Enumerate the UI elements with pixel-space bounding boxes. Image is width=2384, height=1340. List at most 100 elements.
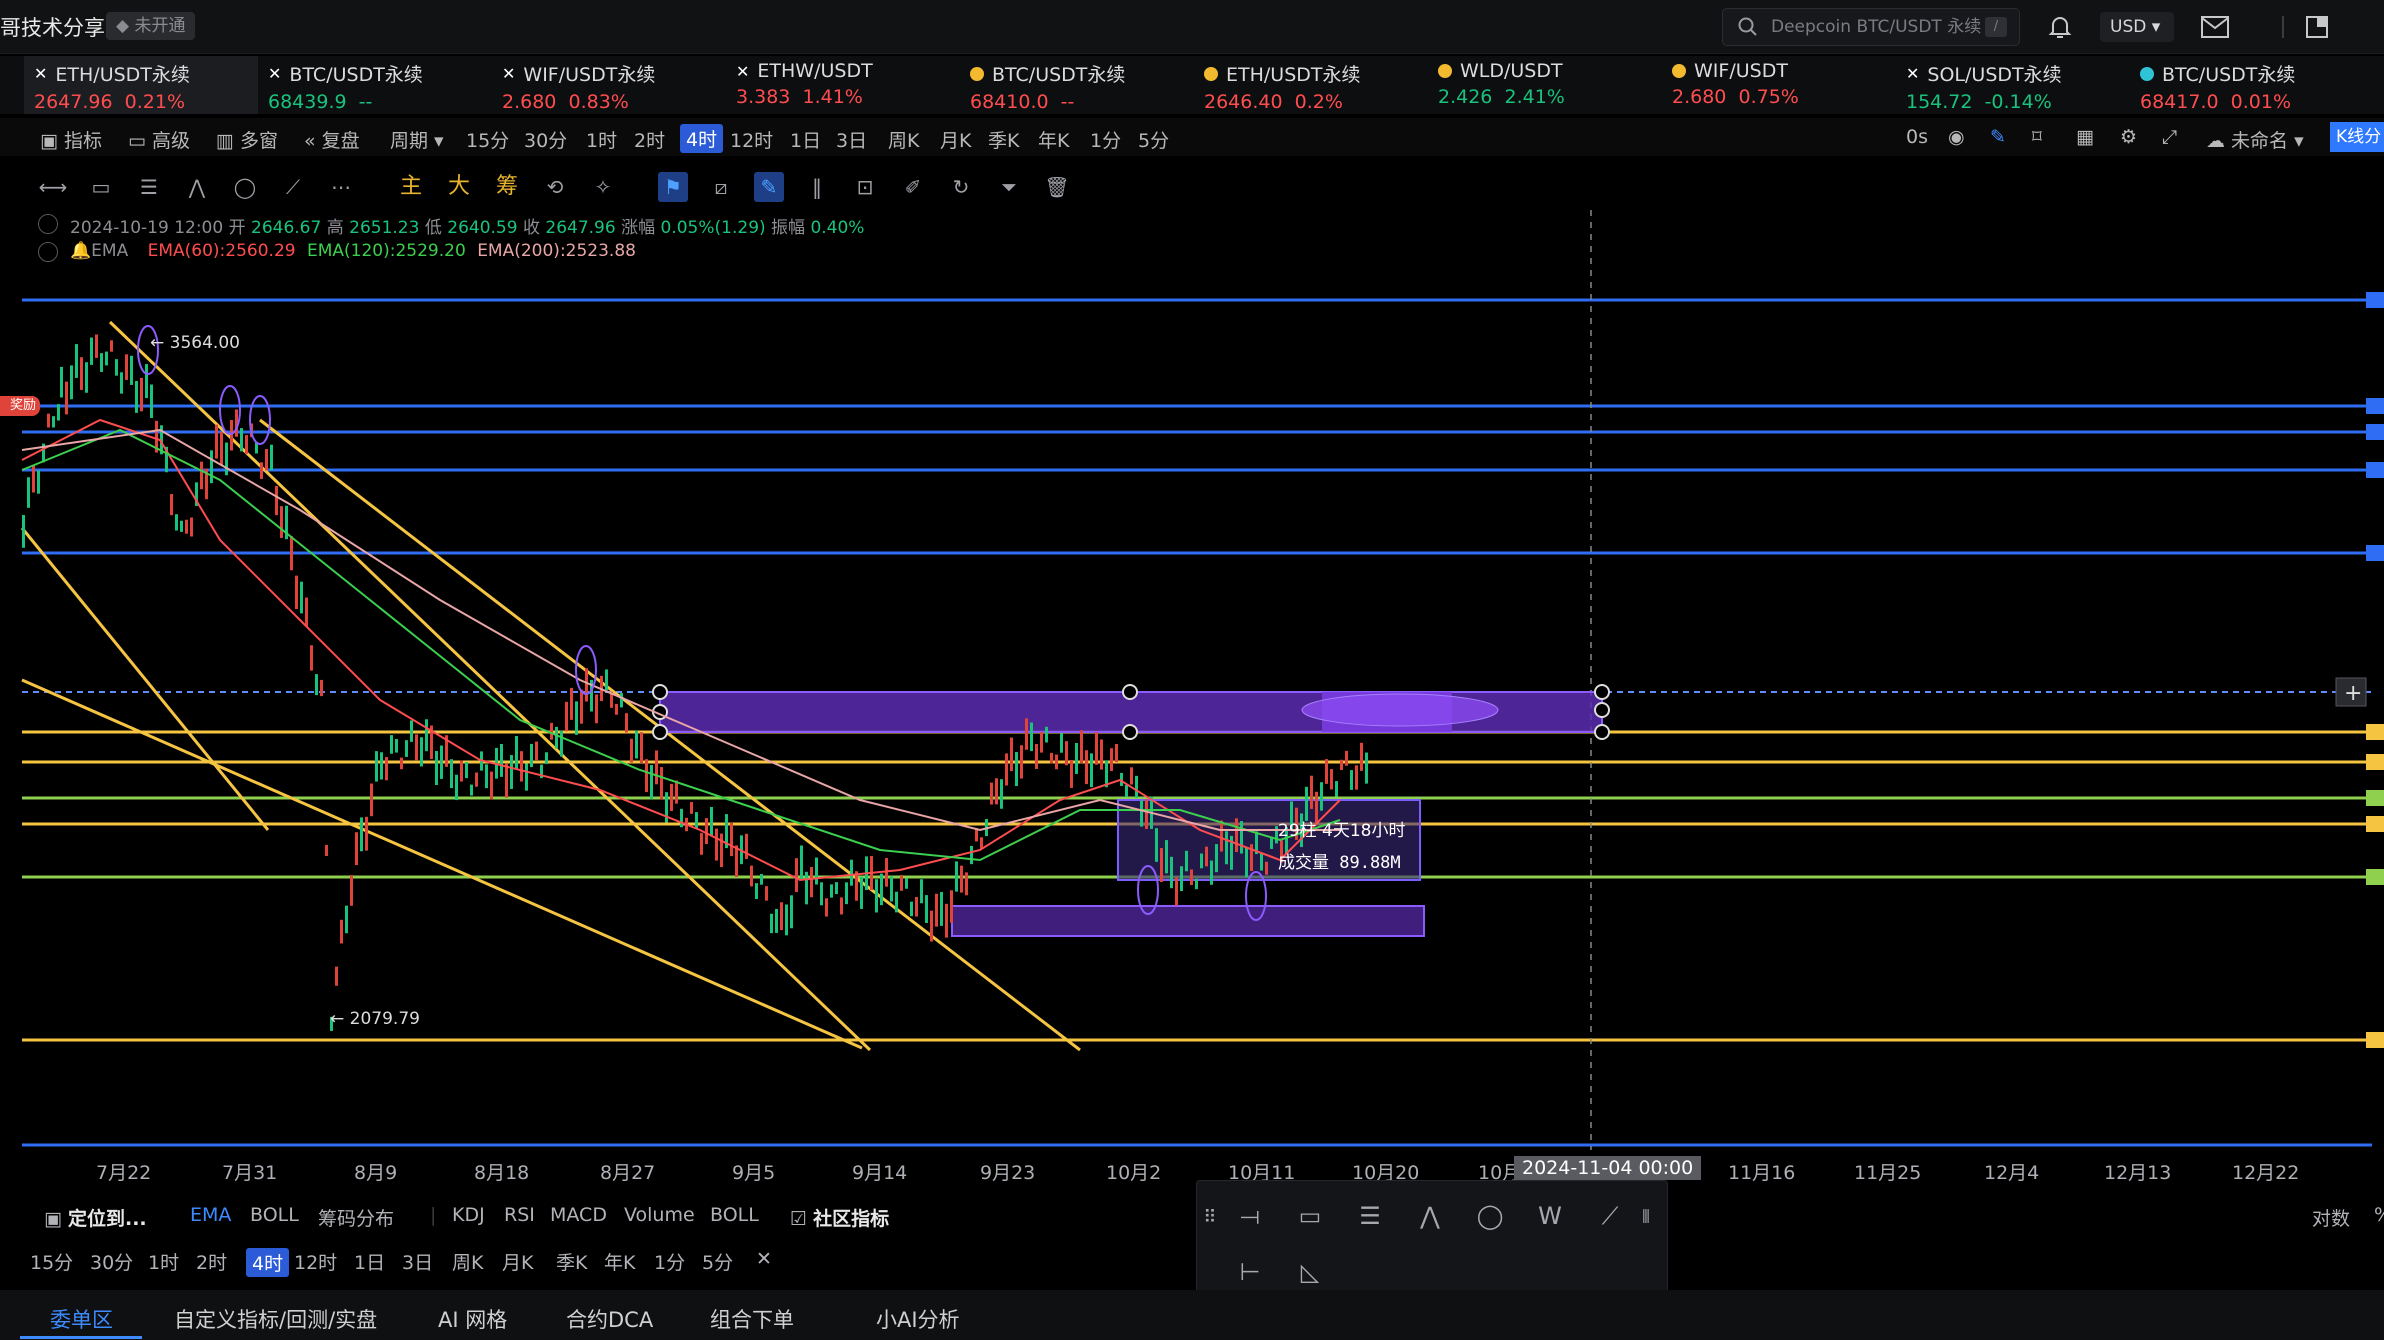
magic-icon[interactable]: ✧ <box>588 172 618 202</box>
macd-tab[interactable]: MACD <box>550 1204 607 1226</box>
horizontal-ray-icon[interactable]: ⟞ <box>1227 1193 1273 1239</box>
multi-window-button[interactable]: ▥ 多窗 <box>216 126 278 153</box>
lock-icon[interactable]: ⊡ <box>850 172 880 202</box>
volume-tab[interactable]: Volume <box>624 1204 695 1226</box>
interval-option[interactable]: 12时 <box>294 1248 337 1275</box>
settings-icon[interactable]: ⚙ <box>2120 126 2137 148</box>
interval-option[interactable]: 1分 <box>1090 126 1121 153</box>
search-input[interactable]: Deepcoin BTC/USDT 永续 / <box>1722 8 2020 46</box>
candles-icon[interactable]: ‖ <box>802 172 832 202</box>
interval-option[interactable]: 30分 <box>90 1248 133 1275</box>
interval-option[interactable]: 周K <box>452 1248 483 1275</box>
tab-combo-order[interactable]: 组合下单 <box>710 1304 794 1334</box>
tab-ai-analysis[interactable]: 小AI分析 <box>876 1304 960 1334</box>
interval-option[interactable]: 周K <box>888 126 919 153</box>
boll2-tab[interactable]: BOLL <box>710 1204 759 1226</box>
interval-option[interactable]: 季K <box>556 1248 587 1275</box>
ticker-tab[interactable]: WIF/USDT 2.680 0.75% <box>1662 56 1896 114</box>
mail-icon[interactable] <box>2200 14 2230 40</box>
ticker-tab[interactable]: WLD/USDT 2.426 2.41% <box>1428 56 1662 114</box>
drag-handle-icon[interactable]: ⠿ <box>1197 1195 1223 1241</box>
trend-line-icon[interactable]: ⟋ <box>1587 1193 1633 1239</box>
interval-option[interactable]: 月K <box>502 1248 533 1275</box>
interval-option[interactable]: 2时 <box>196 1248 227 1275</box>
log-scale-toggle[interactable]: 对数 <box>2312 1204 2350 1231</box>
resize-handle-icon[interactable]: ⦀ <box>1633 1195 1659 1241</box>
collapse-icon[interactable] <box>38 242 58 262</box>
fib-icon[interactable]: ☰ <box>134 172 164 202</box>
more-icon[interactable]: ⋯ <box>326 172 356 202</box>
interval-option[interactable]: 1时 <box>148 1248 179 1275</box>
subscription-badge[interactable]: ◆ 未开通 <box>106 12 196 40</box>
locate-button[interactable]: ▣ 定位到... <box>44 1204 147 1231</box>
rectangle-icon[interactable]: ▭ <box>1287 1193 1333 1239</box>
currency-select[interactable]: USD ▾ <box>2100 12 2174 42</box>
ema-tab[interactable]: EMA <box>190 1204 231 1226</box>
interval-option[interactable]: 1时 <box>586 126 617 153</box>
ruler-icon[interactable]: ⧄ <box>706 172 736 202</box>
main-chart-toggle[interactable]: 主 <box>396 172 426 202</box>
interval-option[interactable]: 15分 <box>466 126 509 153</box>
collapse-icon[interactable] <box>38 214 58 234</box>
interval-option[interactable]: 15分 <box>30 1248 73 1275</box>
interval-option[interactable]: 季K <box>988 126 1019 153</box>
wave-icon[interactable]: ⋀ <box>1407 1193 1453 1239</box>
percent-toggle[interactable]: % <box>2374 1204 2384 1226</box>
replace-icon[interactable]: ⟲ <box>540 172 570 202</box>
tab-ai-grid[interactable]: AI 网格 <box>438 1304 507 1334</box>
horizontal-line-icon[interactable]: ⟷ <box>38 172 68 202</box>
kline-button[interactable]: K线分 <box>2330 122 2384 152</box>
interval-option[interactable]: 2时 <box>634 126 665 153</box>
chips-toggle[interactable]: 筹 <box>492 172 522 202</box>
reward-tag[interactable]: 奖励 <box>0 396 40 416</box>
interval-option[interactable]: 5分 <box>702 1248 733 1275</box>
interval-option[interactable]: 1日 <box>354 1248 385 1275</box>
rsi-tab[interactable]: RSI <box>504 1204 535 1226</box>
price-chart[interactable]: ← 3564.00 ← 2079.79 29柱 4天18小时成交量 89.88M + <box>0 210 2384 1150</box>
tab-orders[interactable]: 委单区 <box>50 1304 113 1334</box>
draw-mode-icon[interactable]: ✎ <box>754 172 784 202</box>
interval-option[interactable]: 年K <box>604 1248 635 1275</box>
advanced-button[interactable]: ▭ 高级 <box>128 126 190 153</box>
chips-tab[interactable]: 筹码分布 <box>318 1204 394 1231</box>
ticker-tab[interactable]: ETH/USDT永续 2646.40 0.2% <box>1194 56 1428 114</box>
interval-option[interactable]: 3日 <box>836 126 867 153</box>
bell-icon[interactable] <box>2046 13 2074 41</box>
rectangle-icon[interactable]: ▭ <box>86 172 116 202</box>
community-indicator-button[interactable]: ☑ 社区指标 <box>790 1204 889 1231</box>
ticker-tab[interactable]: ✕ ETH/USDT永续 2647.96 0.21% <box>24 56 258 114</box>
period-select[interactable]: 周期 ▾ <box>390 126 444 153</box>
tab-custom-indicator[interactable]: 自定义指标/回测/实盘 <box>174 1304 377 1334</box>
fib-icon[interactable]: ☰ <box>1347 1193 1393 1239</box>
fullscreen-icon[interactable]: ⤢ <box>2162 126 2177 148</box>
interval-option[interactable]: 30分 <box>524 126 567 153</box>
edit-icon[interactable]: ✐ <box>898 172 928 202</box>
interval-option[interactable]: 3日 <box>402 1248 433 1275</box>
magnet-icon[interactable]: ↻ <box>946 172 976 202</box>
ellipse-icon[interactable]: ◯ <box>230 172 260 202</box>
interval-option[interactable]: 4时 <box>680 124 724 153</box>
interval-option[interactable]: 年K <box>1038 126 1069 153</box>
interval-option[interactable]: 4时 <box>246 1248 290 1277</box>
bell-icon[interactable]: 🔔 <box>70 241 91 261</box>
ticker-tab[interactable]: BTC/USDT永续 68417.0 0.01% <box>2130 56 2364 114</box>
ticker-tab[interactable]: ✕ SOL/USDT永续 154.72 -0.14% <box>1896 56 2130 114</box>
angle-icon[interactable]: ◺ <box>1287 1249 1333 1295</box>
ticker-tab[interactable]: ✕ ETHW/USDT 3.383 1.41% <box>726 56 960 114</box>
kdj-tab[interactable]: KDJ <box>452 1204 485 1226</box>
wave-icon[interactable]: ⋀ <box>182 172 212 202</box>
layout-icon[interactable]: ⌑ <box>2032 126 2042 148</box>
interval-option[interactable]: 1分 <box>654 1248 685 1275</box>
interval-option[interactable]: 5分 <box>1138 126 1169 153</box>
date-range-icon[interactable]: ⊢ <box>1227 1249 1273 1295</box>
pen-icon[interactable]: ✎ <box>1990 126 2006 148</box>
ellipse-icon[interactable]: ◯ <box>1467 1193 1513 1239</box>
indicators-button[interactable]: ▣ 指标 <box>40 126 102 153</box>
trend-line-icon[interactable]: ⟋ <box>278 172 308 202</box>
trash-icon[interactable]: 🗑 <box>1042 172 1072 202</box>
replay-button[interactable]: « 复盘 <box>304 126 360 153</box>
ticker-tab[interactable]: BTC/USDT永续 68410.0 -- <box>960 56 1194 114</box>
boll-tab[interactable]: BOLL <box>250 1204 299 1226</box>
template-icon[interactable]: ▦ <box>2076 126 2094 148</box>
bookmark-icon[interactable]: ⚑ <box>658 172 688 202</box>
